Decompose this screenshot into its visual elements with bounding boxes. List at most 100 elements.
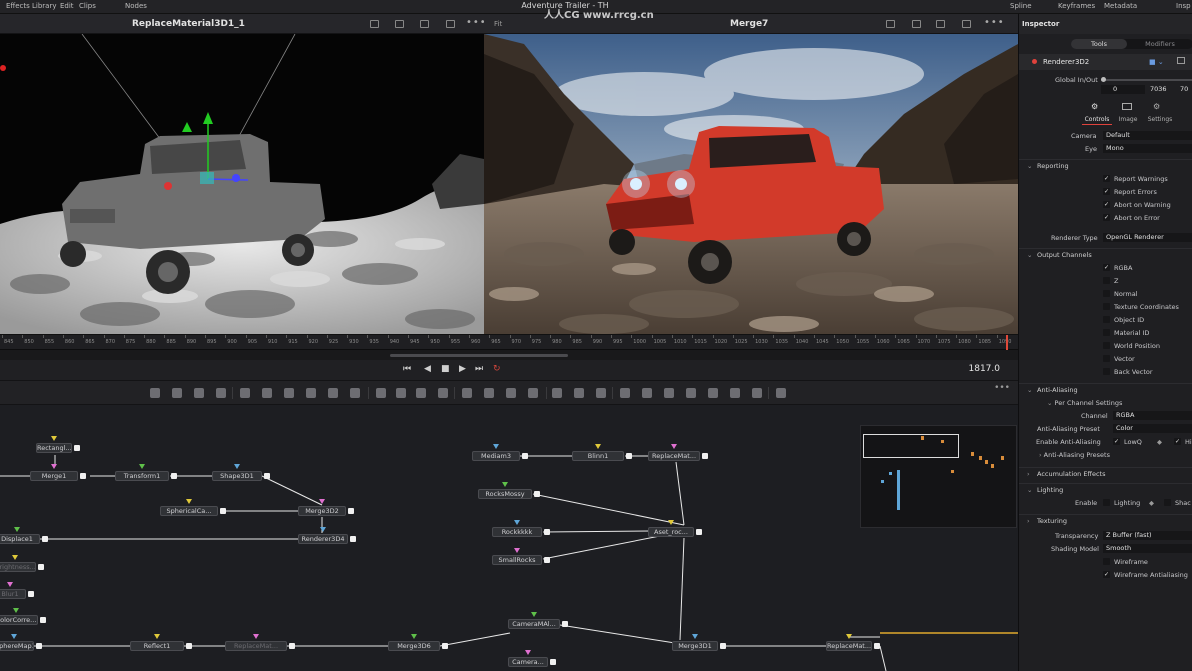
aa-preset-select[interactable]: Color bbox=[1113, 424, 1192, 433]
node-rocksmossy[interactable]: RocksMossy bbox=[478, 489, 532, 499]
light-tool-icon[interactable] bbox=[620, 388, 630, 398]
node-input-port[interactable] bbox=[502, 482, 508, 487]
node-blinn1[interactable]: Blinn1 bbox=[572, 451, 624, 461]
output-channel-checkbox[interactable] bbox=[1103, 303, 1110, 310]
polygon-tool-icon[interactable] bbox=[376, 388, 386, 398]
lighting-checkbox[interactable] bbox=[1103, 499, 1110, 506]
node-output-port[interactable] bbox=[80, 473, 86, 479]
output-channel-checkbox[interactable] bbox=[1103, 355, 1110, 362]
node-input-port[interactable] bbox=[7, 582, 13, 587]
node-input-port[interactable] bbox=[668, 520, 674, 525]
output-channels-section[interactable]: ⌄ Output Channels bbox=[1019, 248, 1192, 260]
transform-tool-icon[interactable] bbox=[306, 388, 316, 398]
tracker-tool-icon[interactable] bbox=[506, 388, 516, 398]
node-output-port[interactable] bbox=[38, 564, 44, 570]
tool-version-icon[interactable]: ■ ⌄ bbox=[1149, 58, 1164, 66]
node-output-port[interactable] bbox=[40, 617, 46, 623]
node-input-port[interactable] bbox=[51, 436, 57, 441]
timeline-scrollbar[interactable] bbox=[0, 350, 1018, 360]
image-tab[interactable]: Image bbox=[1116, 116, 1140, 123]
transparency-select[interactable]: Z Buffer (fast) bbox=[1103, 531, 1192, 540]
play-button[interactable]: ▶ bbox=[459, 364, 466, 374]
node-input-port[interactable] bbox=[154, 634, 160, 639]
tools-tab[interactable]: Tools bbox=[1071, 39, 1127, 49]
output-channel-checkbox[interactable] bbox=[1103, 329, 1110, 336]
node-colorcorre[interactable]: ColorCorre... bbox=[0, 615, 38, 625]
node-transform1[interactable]: Transform1 bbox=[115, 471, 169, 481]
node-merge3d6[interactable]: Merge3D6 bbox=[388, 641, 440, 651]
node-cameramal[interactable]: CameraMAl... bbox=[508, 619, 560, 629]
node-editor[interactable]: Rectangl... Merge1 Transform1 Shape3D1 Spher… bbox=[0, 405, 1018, 671]
grid-icon[interactable] bbox=[936, 20, 945, 28]
node-replacemat[interactable]: ReplaceMat... bbox=[826, 641, 872, 651]
spline-tool-icon[interactable] bbox=[776, 388, 786, 398]
node-input-port[interactable] bbox=[320, 527, 326, 532]
wireframe-aa-checkbox[interactable]: ✓ bbox=[1103, 571, 1110, 578]
reporting-option-checkbox[interactable]: ✓ bbox=[1103, 201, 1110, 208]
loop-button[interactable]: ↻ bbox=[493, 364, 501, 374]
node-camera[interactable]: Camera... bbox=[508, 657, 548, 667]
warp-tool-icon[interactable] bbox=[528, 388, 538, 398]
output-channel-checkbox[interactable] bbox=[1103, 368, 1110, 375]
aa-presets[interactable]: › Anti-Aliasing Presets bbox=[1039, 451, 1110, 459]
settings-tab[interactable]: Settings bbox=[1145, 116, 1175, 123]
render3d-tool-icon[interactable] bbox=[730, 388, 740, 398]
node-input-port[interactable] bbox=[234, 464, 240, 469]
node-blur1[interactable]: Blur1 bbox=[0, 589, 26, 599]
output-channel-checkbox[interactable] bbox=[1103, 277, 1110, 284]
renderer-type-select[interactable]: OpenGL Renderer bbox=[1103, 233, 1192, 242]
node-replacemat[interactable]: ReplaceMat... bbox=[225, 641, 287, 651]
node-input-port[interactable] bbox=[846, 634, 852, 639]
fit-dropdown[interactable]: Fit bbox=[494, 20, 502, 28]
node-output-port[interactable] bbox=[534, 491, 540, 497]
shading-model-select[interactable]: Smooth bbox=[1103, 544, 1192, 553]
keyer-tool-icon[interactable] bbox=[552, 388, 562, 398]
reporting-section[interactable]: ⌄ Reporting bbox=[1019, 159, 1192, 171]
node-output-port[interactable] bbox=[350, 536, 356, 542]
grid-icon[interactable] bbox=[420, 20, 429, 28]
wireframe-checkbox[interactable] bbox=[1103, 558, 1110, 565]
node-replacemat[interactable]: ReplaceMat... bbox=[648, 451, 700, 461]
node-output-port[interactable] bbox=[74, 445, 80, 451]
reporting-option-checkbox[interactable]: ✓ bbox=[1103, 214, 1110, 221]
view-options-icon[interactable] bbox=[370, 20, 379, 28]
anti-aliasing-section[interactable]: ⌄ Anti-Aliasing bbox=[1019, 383, 1192, 395]
camera-tool-icon[interactable] bbox=[642, 388, 652, 398]
blur-tool-icon[interactable] bbox=[262, 388, 272, 398]
accumulation-effects-section[interactable]: › Accumulation Effects bbox=[1019, 467, 1192, 479]
node-output-port[interactable] bbox=[442, 643, 448, 649]
global-out-field[interactable]: 7036 bbox=[1147, 85, 1175, 94]
node-output-port[interactable] bbox=[264, 473, 270, 479]
node-renderer3d4[interactable]: Renderer3D4 bbox=[298, 534, 348, 544]
output-channel-checkbox[interactable] bbox=[1103, 290, 1110, 297]
node-rockkkkk[interactable]: Rockkkkk bbox=[492, 527, 542, 537]
mask-tool-icon[interactable] bbox=[350, 388, 360, 398]
spline-tab[interactable]: Spline bbox=[1010, 2, 1032, 10]
keyframes-tab[interactable]: Keyframes bbox=[1058, 2, 1095, 10]
node-input-port[interactable] bbox=[13, 608, 19, 613]
node-spheremap1[interactable]: SphereMap1 bbox=[0, 641, 34, 651]
fbx-tool-icon[interactable] bbox=[752, 388, 762, 398]
node-output-port[interactable] bbox=[696, 529, 702, 535]
node-input-port[interactable] bbox=[186, 499, 192, 504]
circle-tool-icon[interactable] bbox=[484, 388, 494, 398]
node-mediam3[interactable]: Mediam3 bbox=[472, 451, 520, 461]
channel-select[interactable]: RGBA bbox=[1113, 411, 1192, 420]
color-icon[interactable] bbox=[912, 20, 921, 28]
node-input-port[interactable] bbox=[319, 499, 325, 504]
viewer-left[interactable] bbox=[0, 34, 484, 334]
global-in-out-knob[interactable] bbox=[1101, 77, 1106, 82]
ellipse-tool-icon[interactable] bbox=[416, 388, 426, 398]
shape3d-tool-icon[interactable] bbox=[686, 388, 696, 398]
node-input-port[interactable] bbox=[531, 612, 537, 617]
per-channel-settings[interactable]: ⌄ Per Channel Settings bbox=[1047, 399, 1122, 407]
time-ruler[interactable]: 845 850 855 860 865 870 875 880 885 890 895 900 905 9… bbox=[0, 334, 1018, 350]
node-input-port[interactable] bbox=[692, 634, 698, 639]
bspline-tool-icon[interactable] bbox=[396, 388, 406, 398]
modifiers-tab[interactable]: Modifiers bbox=[1129, 39, 1191, 49]
metadata-tab[interactable]: Metadata bbox=[1104, 2, 1137, 10]
camera-select[interactable]: Default bbox=[1103, 131, 1192, 140]
node-displace1[interactable]: Displace1 bbox=[0, 534, 40, 544]
node-output-port[interactable] bbox=[550, 659, 556, 665]
node-input-port[interactable] bbox=[139, 464, 145, 469]
